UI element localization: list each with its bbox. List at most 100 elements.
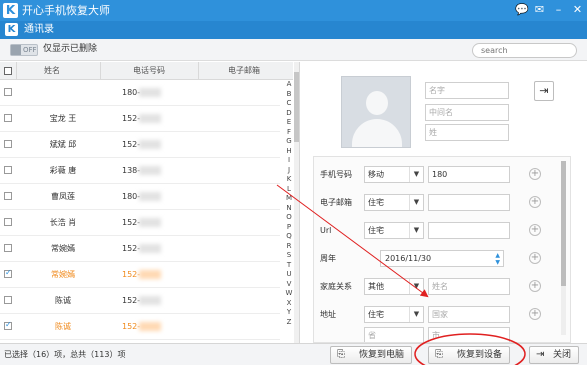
birthday-value: 2016/11/30 [385, 254, 432, 263]
row-checkbox[interactable] [4, 296, 12, 304]
contact-name: 常婉嫣 [51, 270, 75, 279]
header-phone[interactable]: 电话号码 [133, 65, 165, 77]
module-logo: K [5, 23, 18, 36]
add-url-icon[interactable]: + [529, 224, 541, 236]
contact-row[interactable]: 彩薇 唐 138- [0, 158, 280, 184]
birthday-date-field[interactable]: 2016/11/30 ▲ ▼ [380, 250, 504, 267]
row-checkbox[interactable] [4, 140, 12, 148]
phone-value-field[interactable]: 180 [428, 166, 510, 183]
restore-to-pc-button[interactable]: ⎘ 恢复到电脑 [330, 346, 412, 364]
list-scrollbar[interactable] [294, 62, 299, 343]
contact-row[interactable]: 陈诚 152- [0, 314, 280, 340]
header-email[interactable]: 电子邮箱 [228, 65, 260, 77]
add-address-icon[interactable]: + [529, 308, 541, 320]
first-name-field[interactable]: 名字 [425, 82, 509, 99]
city-field[interactable]: 市 [428, 327, 510, 342]
row-checkbox[interactable] [4, 192, 12, 200]
row-checkbox[interactable] [4, 320, 12, 330]
add-date-icon[interactable]: + [529, 252, 541, 264]
show-deleted-toggle[interactable]: OFF [10, 44, 38, 56]
country-placeholder: 国家 [432, 310, 448, 319]
phone-type-select[interactable]: 移动 ▼ [364, 166, 424, 183]
redacted-digits [139, 322, 161, 331]
alphabet-letter[interactable]: Y [284, 308, 294, 318]
chat-icon[interactable]: 💬 [515, 3, 529, 16]
alphabet-letter[interactable]: M [284, 194, 294, 204]
url-value-field[interactable] [428, 222, 510, 239]
alphabet-letter[interactable]: G [284, 137, 294, 147]
alphabet-letter[interactable]: X [284, 299, 294, 309]
contact-row[interactable]: 斌斌 邱 152- [0, 132, 280, 158]
alphabet-letter[interactable]: C [284, 99, 294, 109]
middle-name-field[interactable]: 中间名 [425, 104, 509, 121]
alphabet-letter[interactable]: Q [284, 232, 294, 242]
email-type-select[interactable]: 住宅 ▼ [364, 194, 424, 211]
contact-row[interactable]: 长浩 肖 152- [0, 210, 280, 236]
row-checkbox[interactable] [4, 166, 12, 174]
mail-icon[interactable]: ✉ [534, 3, 545, 16]
contact-row[interactable]: 常婉嫣 152- [0, 262, 280, 288]
email-value-field[interactable] [428, 194, 510, 211]
alphabet-letter[interactable]: J [284, 166, 294, 176]
row-checkbox[interactable] [4, 88, 12, 96]
add-phone-icon[interactable]: + [529, 168, 541, 180]
add-email-icon[interactable]: + [529, 196, 541, 208]
restore-to-device-button[interactable]: ⎘ 恢复到设备 [428, 346, 510, 364]
alphabet-letter[interactable]: H [284, 147, 294, 157]
last-name-field[interactable]: 姓 [425, 124, 509, 141]
alphabet-letter[interactable]: A [284, 80, 294, 90]
restore-to-device-label: 恢复到设备 [456, 350, 502, 360]
address-type-select[interactable]: 住宅 ▼ [364, 306, 424, 323]
alphabet-letter[interactable]: D [284, 109, 294, 119]
scrollbar-thumb[interactable] [561, 161, 566, 286]
alphabet-letter[interactable]: B [284, 90, 294, 100]
alphabet-letter[interactable]: Z [284, 318, 294, 328]
contact-row[interactable]: 180- [0, 80, 280, 106]
alphabet-index: ABCDEFGHIJKLMNOPQRSTUVWXYZ [284, 80, 294, 327]
alphabet-letter[interactable]: N [284, 204, 294, 214]
scrollbar-thumb[interactable] [294, 72, 299, 142]
contact-row[interactable]: 陈诚 152- [0, 288, 280, 314]
close-button[interactable]: ⇥ 关闭 [529, 346, 579, 364]
select-all-checkbox[interactable] [4, 67, 12, 75]
header-divider [198, 62, 199, 80]
alphabet-letter[interactable]: V [284, 280, 294, 290]
row-checkbox[interactable] [4, 114, 12, 122]
contact-phone: 152- [122, 114, 141, 123]
row-checkbox[interactable] [4, 244, 12, 252]
province-field[interactable]: 省 [364, 327, 424, 342]
alphabet-letter[interactable]: L [284, 185, 294, 195]
url-type-select[interactable]: 住宅 ▼ [364, 222, 424, 239]
close-icon[interactable]: ✕ [572, 3, 583, 16]
detail-scrollbar[interactable] [561, 161, 566, 335]
alphabet-letter[interactable]: U [284, 270, 294, 280]
country-field[interactable]: 国家 [428, 306, 510, 323]
minimize-icon[interactable]: – [553, 3, 564, 16]
contact-phone: 152- [122, 296, 141, 305]
alphabet-letter[interactable]: P [284, 223, 294, 233]
relation-type-select[interactable]: 其他 ▼ [364, 278, 424, 295]
add-relation-icon[interactable]: + [529, 280, 541, 292]
row-checkbox[interactable] [4, 218, 12, 226]
contact-row[interactable]: 宝龙 王 152- [0, 106, 280, 132]
alphabet-letter[interactable]: T [284, 261, 294, 271]
contact-row[interactable]: 曹凤莲 180- [0, 184, 280, 210]
alphabet-letter[interactable]: F [284, 128, 294, 138]
export-contact-icon[interactable]: ⇥ [534, 81, 554, 101]
contact-row[interactable]: 常婉嫣 152- [0, 236, 280, 262]
header-name[interactable]: 姓名 [44, 65, 60, 77]
date-spinner-icon[interactable]: ▲ ▼ [495, 252, 500, 266]
alphabet-letter[interactable]: K [284, 175, 294, 185]
relation-name-field[interactable]: 姓名 [428, 278, 510, 295]
alphabet-letter[interactable]: R [284, 242, 294, 252]
alphabet-letter[interactable]: S [284, 251, 294, 261]
alphabet-letter[interactable]: O [284, 213, 294, 223]
city-placeholder: 市 [432, 331, 440, 340]
alphabet-letter[interactable]: I [284, 156, 294, 166]
alphabet-letter[interactable]: E [284, 118, 294, 128]
search-box[interactable] [472, 43, 577, 58]
address-label: 地址 [320, 310, 336, 319]
search-input[interactable] [481, 45, 567, 56]
alphabet-letter[interactable]: W [284, 289, 294, 299]
row-checkbox[interactable] [4, 268, 12, 278]
